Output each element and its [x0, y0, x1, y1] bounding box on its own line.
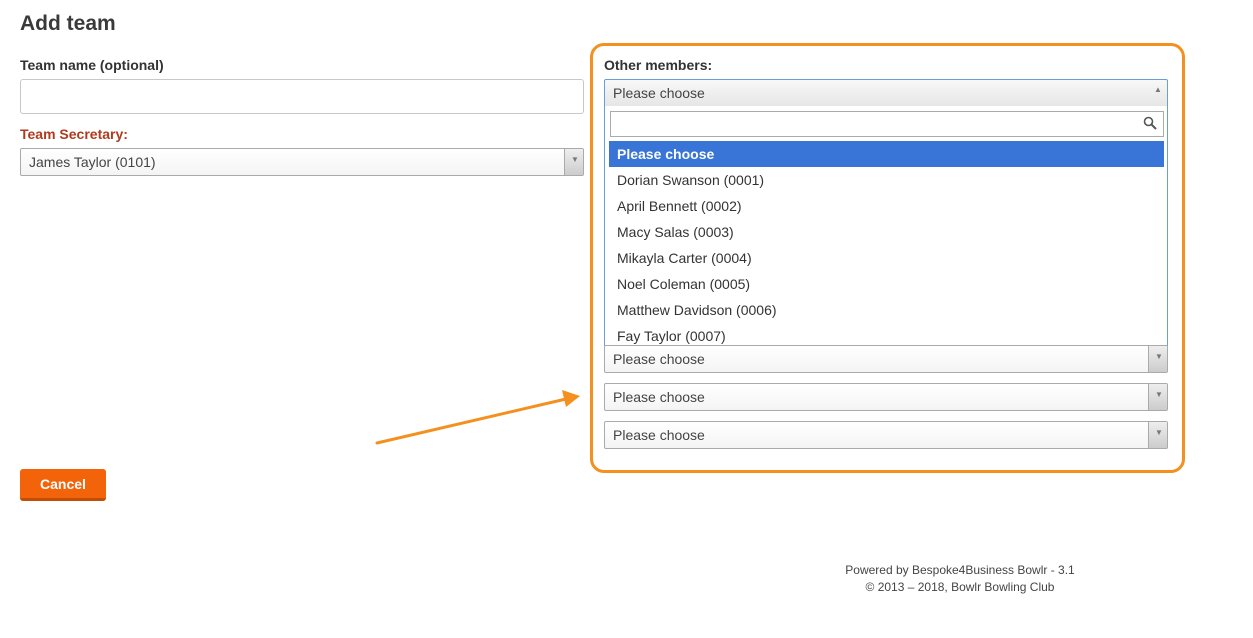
- footer: Powered by Bespoke4Business Bowlr - 3.1 …: [760, 562, 1160, 596]
- cancel-button[interactable]: Cancel: [20, 469, 106, 501]
- footer-copyright: © 2013 – 2018, Bowlr Bowling Club: [865, 580, 1055, 594]
- annotation-arrow-icon: [375, 390, 580, 445]
- footer-powered-by: Powered by Bespoke4Business Bowlr - 3.1: [845, 563, 1075, 577]
